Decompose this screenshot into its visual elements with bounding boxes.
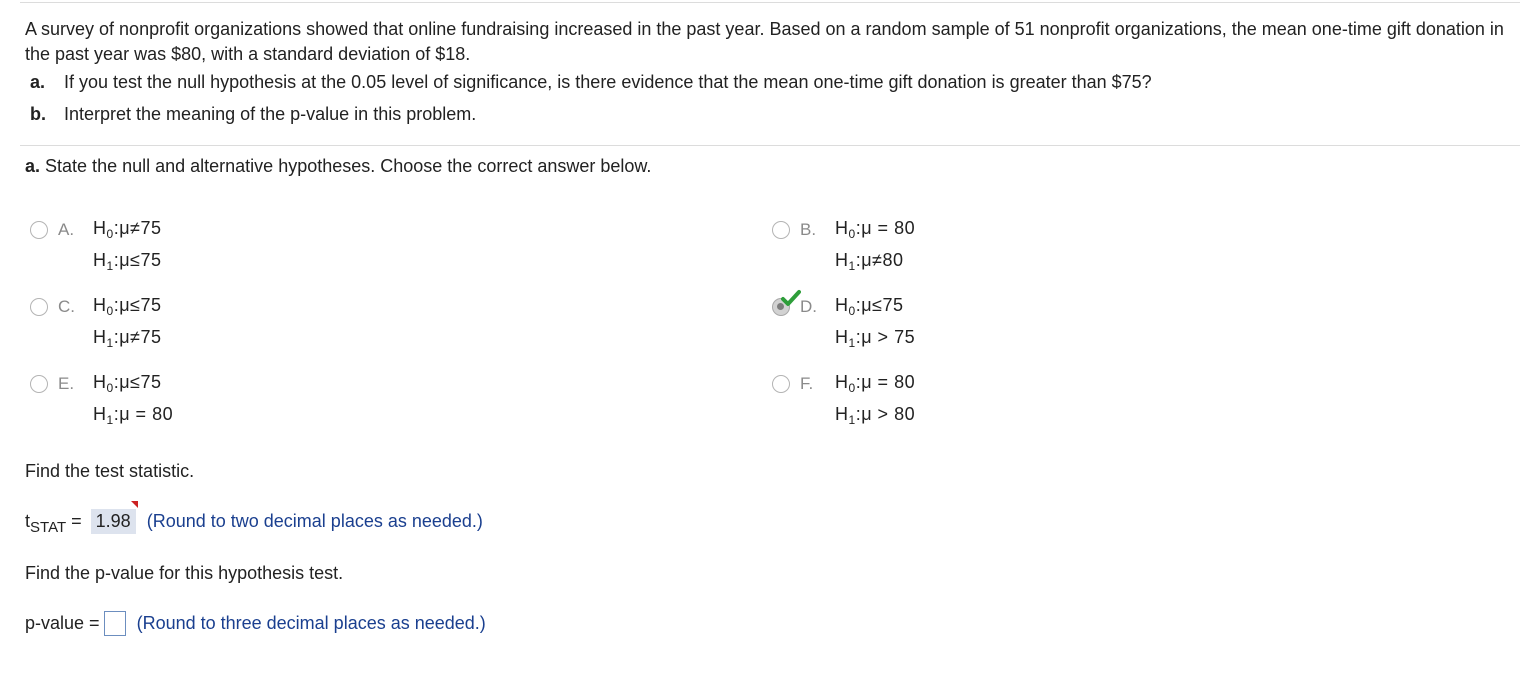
option-b[interactable]: B. H0:μ = 80 H1:μ≠80 [772,218,1072,280]
question-a-instruction: a. State the null and alternative hypoth… [25,156,651,177]
part-b-letter: b. [30,104,46,124]
option-f[interactable]: F. H0:μ = 80 H1:μ > 80 [772,372,1072,434]
option-e-letter: E. [58,374,75,393]
option-e-h0: H0:μ≤75 [93,372,162,395]
answer-flag-icon [130,501,138,508]
option-f-h1: H1:μ > 80 [835,404,916,427]
option-e-radio[interactable] [30,375,48,393]
option-e[interactable]: E. H0:μ≤75 H1:μ = 80 [30,372,330,434]
test-statistic-row: tSTAT = 1.98 (Round to two decimal place… [25,501,483,539]
part-a: a. If you test the null hypothesis at the… [30,72,1152,93]
option-b-letter: B. [800,220,817,239]
option-a[interactable]: A. H0:μ≠75 H1:μ≤75 [30,218,330,280]
problem-text: A survey of nonprofit organizations show… [25,19,1504,64]
option-c-h1: H1:μ≠75 [93,327,162,350]
option-c[interactable]: C. H0:μ≤75 H1:μ≠75 [30,295,330,357]
test-statistic-label: tSTAT = [25,511,82,536]
option-b-h1: H1:μ≠80 [835,250,904,273]
test-statistic-prompt: Find the test statistic. [25,461,195,481]
option-d[interactable]: D. H0:μ≤75 H1:μ > 75 [772,290,1072,357]
option-a-h0: H0:μ≠75 [93,218,162,241]
question-a-text: State the null and alternative hypothese… [45,156,652,176]
question-a-label: a. [25,156,41,176]
option-d-letter: D. [800,297,817,316]
p-value-prompt: Find the p-value for this hypothesis tes… [25,563,344,583]
option-a-letter: A. [58,220,75,239]
option-c-letter: C. [58,297,75,316]
option-b-radio[interactable] [772,221,790,239]
option-a-h1: H1:μ≤75 [93,250,162,273]
problem-statement: A survey of nonprofit organizations show… [25,17,1515,67]
part-b-text: Interpret the meaning of the p-value in … [64,104,477,124]
top-divider [20,2,1520,3]
section-divider [20,145,1520,146]
option-f-radio[interactable] [772,375,790,393]
part-a-letter: a. [30,72,46,92]
option-d-h0: H0:μ≤75 [835,295,904,318]
p-value-input[interactable] [103,611,126,636]
test-statistic-answer[interactable]: 1.98 [90,501,138,534]
test-statistic-hint: (Round to two decimal places as needed.) [146,511,483,531]
p-value-hint: (Round to three decimal places as needed… [136,613,486,633]
option-b-h0: H0:μ = 80 [835,218,916,241]
option-d-h1: H1:μ > 75 [835,327,916,350]
correct-check-icon [781,290,801,306]
option-a-radio[interactable] [30,221,48,239]
option-c-radio[interactable] [30,298,48,316]
p-value-label: p-value = [25,613,100,633]
option-c-h0: H0:μ≤75 [93,295,162,318]
part-a-text: If you test the null hypothesis at the 0… [64,72,1152,92]
option-e-h1: H1:μ = 80 [93,404,174,427]
part-b: b. Interpret the meaning of the p-value i… [30,104,476,125]
p-value-row: p-value = (Round to three decimal places… [25,611,486,636]
option-f-h0: H0:μ = 80 [835,372,916,395]
option-f-letter: F. [800,374,814,393]
